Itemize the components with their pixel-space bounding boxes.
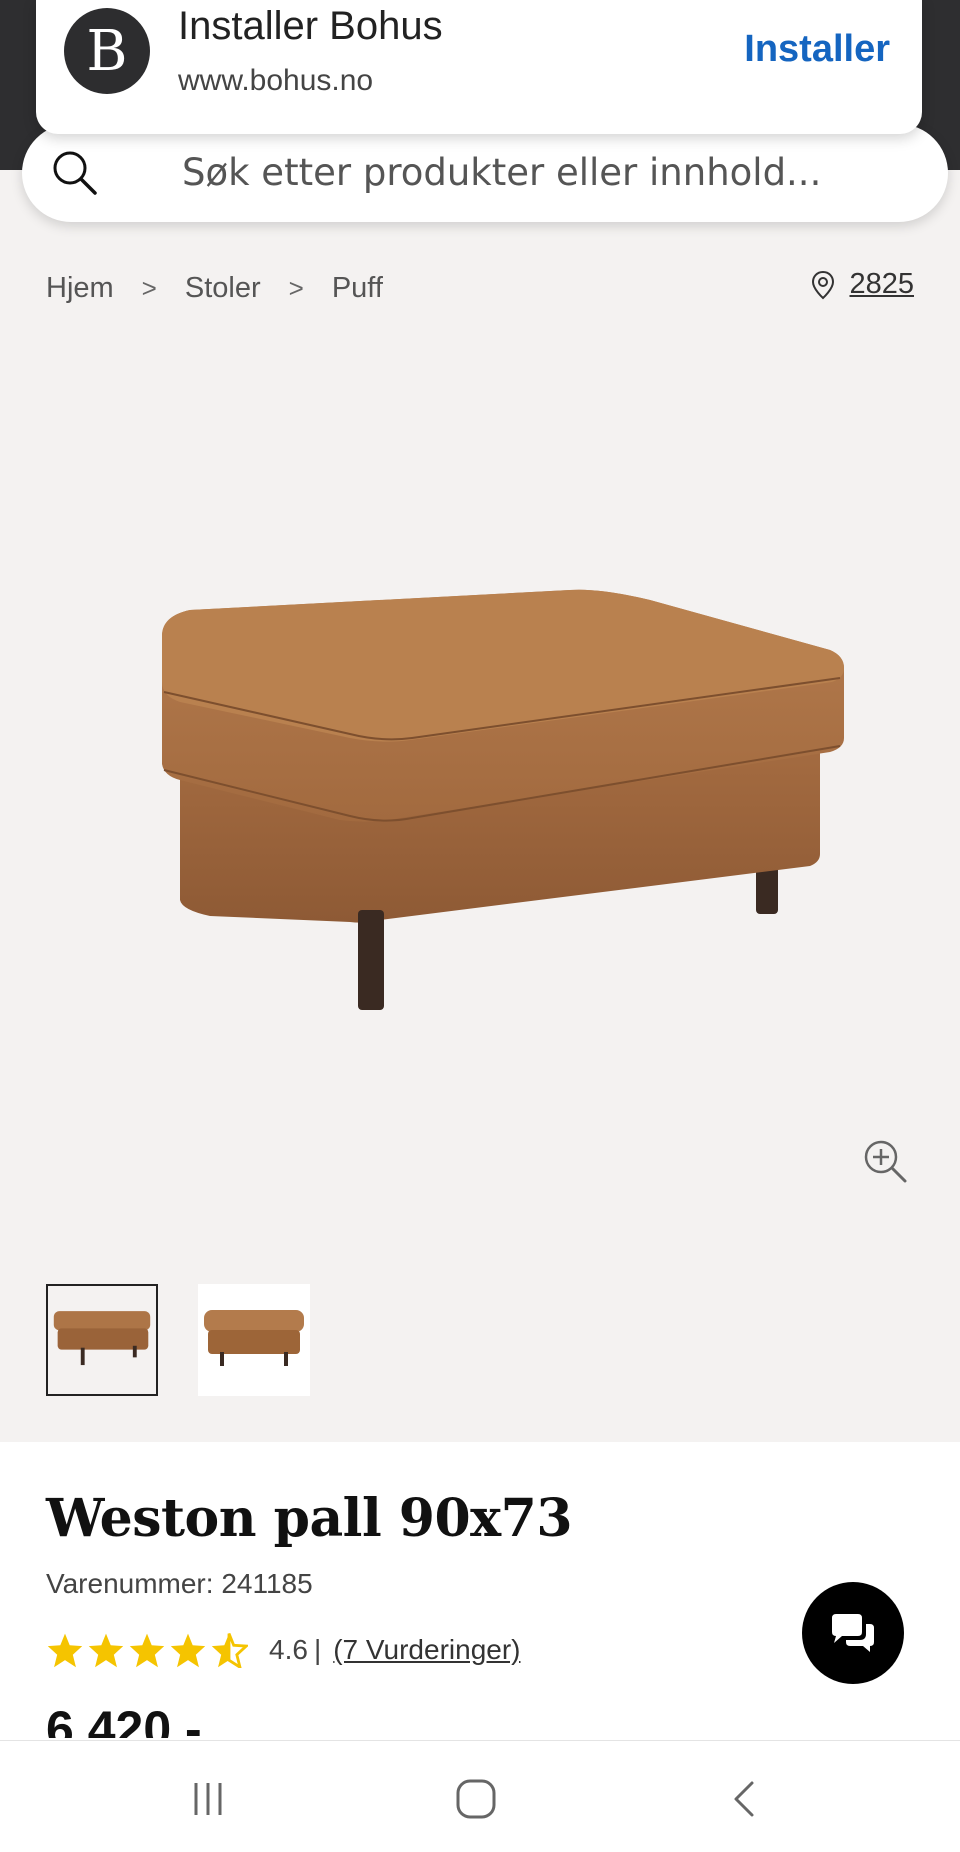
- product-title: Weston pall 90x73: [46, 1488, 573, 1549]
- star-full-icon: [88, 1633, 124, 1668]
- chevron-right-icon: >: [141, 273, 157, 303]
- breadcrumb-stoler[interactable]: Stoler: [185, 272, 261, 305]
- home-icon: [456, 1779, 496, 1819]
- product-sku: Varenummer: 241185: [46, 1568, 313, 1599]
- install-app-banner: B Installer Bohus www.bohus.no Installer: [36, 0, 922, 134]
- home-button[interactable]: [446, 1771, 506, 1827]
- reviews-link[interactable]: (7 Vurderinger): [333, 1634, 520, 1666]
- search-icon: [53, 151, 97, 195]
- breadcrumb-puff[interactable]: Puff: [332, 272, 383, 305]
- location-selector[interactable]: 2825: [811, 268, 914, 301]
- map-pin-icon: [812, 270, 835, 299]
- breadcrumb: Hjem > Stoler > Puff: [46, 272, 383, 305]
- system-navigation-bar: [0, 1740, 960, 1852]
- rating-value: 4.6: [269, 1634, 308, 1665]
- banner-title: Installer Bohus: [178, 4, 443, 48]
- recent-apps-button[interactable]: [178, 1771, 238, 1827]
- product-rating: 4.6 | (7 Vurderinger): [46, 1632, 520, 1668]
- recent-apps-icon: [194, 1783, 222, 1815]
- back-button[interactable]: [714, 1771, 774, 1827]
- product-image[interactable]: [150, 570, 850, 1030]
- banner-url: www.bohus.no: [178, 64, 374, 97]
- back-icon: [734, 1781, 754, 1817]
- star-full-icon: [129, 1633, 165, 1668]
- thumbnail-2[interactable]: [198, 1284, 310, 1396]
- star-full-icon: [47, 1633, 83, 1668]
- search-bar[interactable]: [22, 124, 948, 222]
- chat-bubbles-icon: [832, 1614, 874, 1652]
- product-price: 6 420,-: [46, 1704, 202, 1738]
- chevron-right-icon: >: [288, 273, 304, 303]
- postcode-link[interactable]: 2825: [849, 268, 914, 301]
- rating-divider: |: [313, 1634, 322, 1665]
- install-button[interactable]: Installer: [744, 28, 890, 71]
- breadcrumb-home[interactable]: Hjem: [46, 272, 114, 305]
- bohus-logo: B: [64, 8, 150, 94]
- rating-stars: [46, 1632, 251, 1668]
- chat-button[interactable]: [802, 1582, 904, 1684]
- ottoman-thumbnail-image: [53, 1311, 151, 1366]
- thumbnail-1[interactable]: [46, 1284, 158, 1396]
- star-half-icon: [211, 1633, 248, 1668]
- star-full-icon: [170, 1633, 206, 1668]
- ottoman-thumbnail-image: [204, 1310, 304, 1366]
- search-input[interactable]: [182, 142, 902, 202]
- zoom-in-icon[interactable]: [862, 1138, 908, 1184]
